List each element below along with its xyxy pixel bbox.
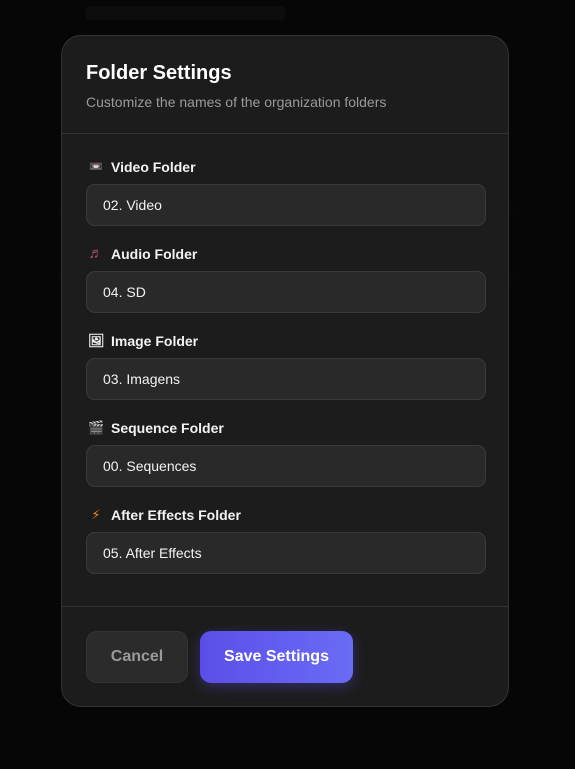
music-note-icon: ♬ — [88, 245, 104, 262]
clapperboard-icon: 🎬 — [88, 420, 105, 435]
field-label: Image Folder — [111, 333, 199, 349]
sequence-folder-input[interactable] — [86, 445, 486, 487]
video-folder-field: 📼 Video Folder — [86, 158, 486, 226]
modal-subtitle: Customize the names of the organization … — [86, 94, 387, 110]
image-folder-input[interactable] — [86, 358, 486, 400]
after-effects-folder-input[interactable] — [86, 532, 486, 574]
picture-icon: 🖼 — [88, 333, 105, 348]
audio-folder-input[interactable] — [86, 271, 486, 313]
background-header-bar — [85, 6, 285, 20]
modal-body: 📼 Video Folder ♬ Audio Folder 🖼 Image Fo… — [62, 134, 508, 607]
save-settings-button[interactable]: Save Settings — [200, 631, 353, 683]
lightning-icon: ⚡ — [91, 507, 101, 522]
video-folder-input[interactable] — [86, 184, 486, 226]
audio-folder-field: ♬ Audio Folder — [86, 245, 486, 313]
modal-footer: Cancel Save Settings — [62, 607, 508, 683]
field-label: Video Folder — [111, 159, 196, 175]
sequence-folder-field: 🎬 Sequence Folder — [86, 419, 486, 487]
field-label: Sequence Folder — [111, 420, 224, 436]
image-folder-field: 🖼 Image Folder — [86, 332, 486, 400]
modal-title: Folder Settings — [86, 62, 232, 84]
cancel-button[interactable]: Cancel — [86, 631, 188, 683]
field-label: After Effects Folder — [111, 507, 241, 523]
modal-header: Folder Settings Customize the names of t… — [62, 36, 508, 134]
field-label: Audio Folder — [111, 246, 198, 262]
after-effects-folder-field: ⚡ After Effects Folder — [86, 506, 486, 574]
video-camera-icon: 📼 — [89, 161, 103, 173]
folder-settings-modal: Folder Settings Customize the names of t… — [61, 35, 509, 707]
